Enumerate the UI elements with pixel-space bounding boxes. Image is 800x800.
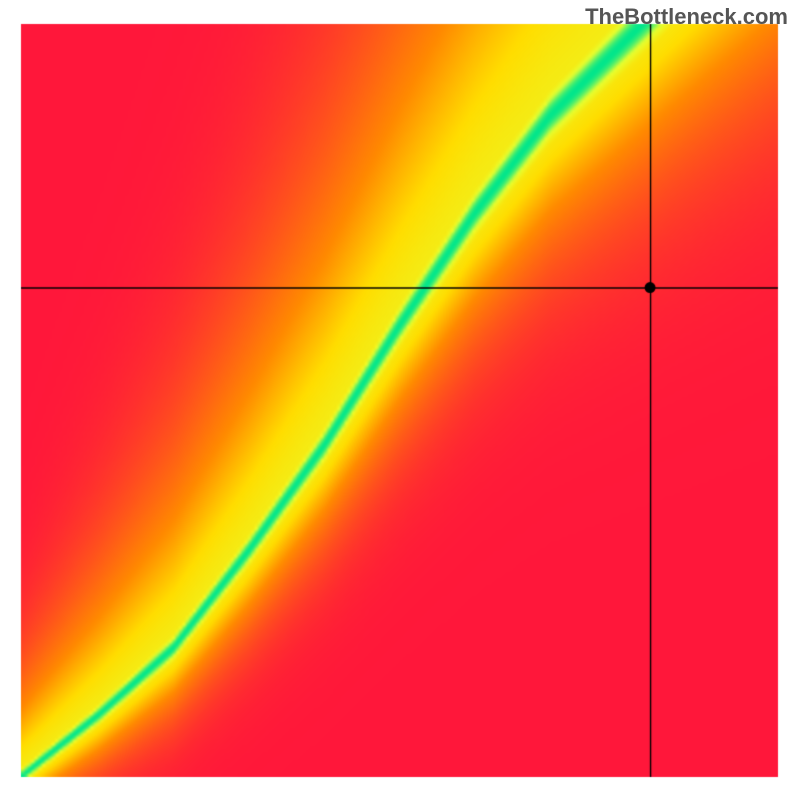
chart-container: TheBottleneck.com <box>0 0 800 800</box>
heatmap-canvas <box>0 0 800 800</box>
watermark-label: TheBottleneck.com <box>585 4 788 30</box>
